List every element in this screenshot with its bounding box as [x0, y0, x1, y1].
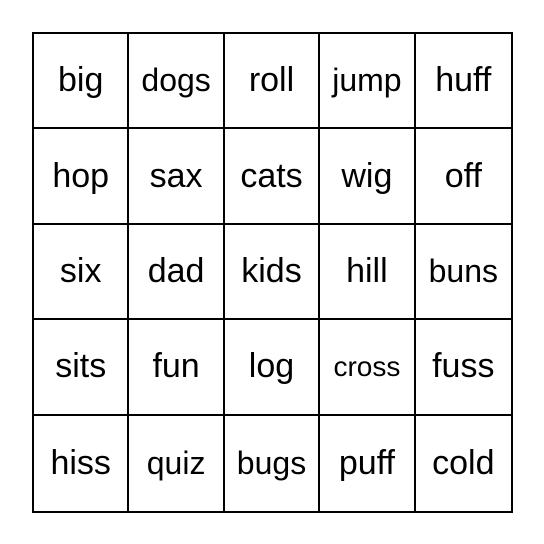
bingo-cell[interactable]: hop	[34, 129, 130, 225]
bingo-cell[interactable]: off	[415, 129, 511, 225]
bingo-cell[interactable]: sits	[34, 320, 130, 416]
bingo-cell[interactable]: buns	[415, 225, 511, 321]
bingo-cell[interactable]: wig	[320, 129, 416, 225]
bingo-cell[interactable]: kids	[224, 224, 321, 321]
bingo-cell[interactable]: bugs	[225, 415, 321, 511]
bingo-cell[interactable]: huff	[415, 34, 511, 130]
bingo-board: big dogs roll jump huff hop sax cats wig off six da…	[32, 32, 513, 513]
bingo-cell[interactable]: fun	[129, 320, 225, 416]
bingo-cell[interactable]: cats	[224, 129, 321, 225]
bingo-cell[interactable]: cold	[416, 416, 511, 511]
bingo-cell[interactable]: cross	[320, 320, 416, 416]
bingo-cell[interactable]: hill	[320, 224, 416, 321]
bingo-cell[interactable]: roll	[224, 34, 321, 130]
bingo-cell[interactable]: sax	[129, 129, 225, 225]
bingo-cell[interactable]: big	[34, 34, 130, 130]
bingo-cell[interactable]: fuss	[415, 320, 511, 416]
bingo-cell[interactable]: puff	[320, 415, 416, 511]
bingo-cell[interactable]: log	[224, 320, 321, 416]
bingo-cell[interactable]: dad	[129, 224, 225, 321]
bingo-cell[interactable]: jump	[320, 34, 416, 130]
bingo-cell[interactable]: six	[34, 224, 130, 321]
bingo-cell[interactable]: dogs	[129, 34, 225, 130]
bingo-cell[interactable]: quiz	[129, 415, 225, 511]
bingo-cell[interactable]: hiss	[34, 415, 130, 511]
